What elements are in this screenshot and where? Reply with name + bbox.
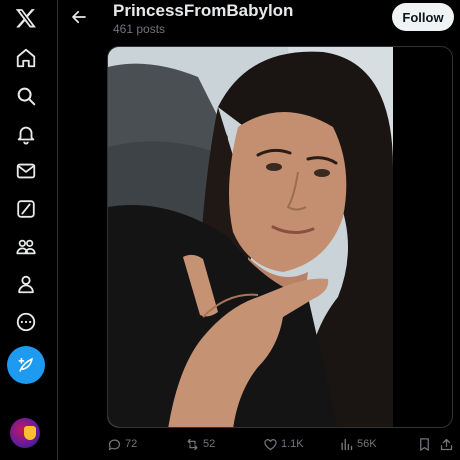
search-icon[interactable] [8,78,44,114]
post-photo [108,47,393,427]
grok-icon[interactable] [8,191,44,227]
post-count: 461 posts [113,22,166,36]
views-chart-icon [341,438,353,450]
post-actions: 72 52 1.1K 56K [107,432,457,456]
more-icon[interactable] [8,304,44,340]
repost-icon [187,438,198,450]
repost-count: 52 [203,438,216,450]
sidebar-nav [0,0,54,460]
follow-button[interactable]: Follow [392,3,454,31]
bookmark-button[interactable] [417,434,432,454]
column-divider [57,0,58,460]
view-count: 56K [357,438,377,450]
x-logo-icon[interactable] [8,0,44,36]
profile-icon[interactable] [8,266,44,302]
reply-count: 72 [125,438,138,450]
views-button[interactable]: 56K [339,434,377,454]
bell-icon[interactable] [8,116,44,152]
communities-icon[interactable] [8,229,44,265]
bookmark-icon [420,437,429,451]
account-avatar[interactable] [10,418,40,448]
compose-icon [18,357,33,372]
reply-button[interactable]: 72 [107,434,137,454]
home-icon[interactable] [8,40,44,76]
heart-icon [264,438,277,450]
compose-button[interactable] [7,346,45,384]
post-media[interactable] [107,46,453,428]
mail-icon[interactable] [8,153,44,189]
page-title: PrincessFromBabylon [113,1,294,20]
arrow-left-icon [72,10,86,24]
share-icon [440,438,453,450]
repost-button[interactable]: 52 [185,434,215,454]
like-count: 1.1K [281,438,304,450]
reply-icon [108,439,121,450]
like-button[interactable]: 1.1K [263,434,304,454]
back-button[interactable] [66,4,92,30]
share-button[interactable] [439,434,454,454]
